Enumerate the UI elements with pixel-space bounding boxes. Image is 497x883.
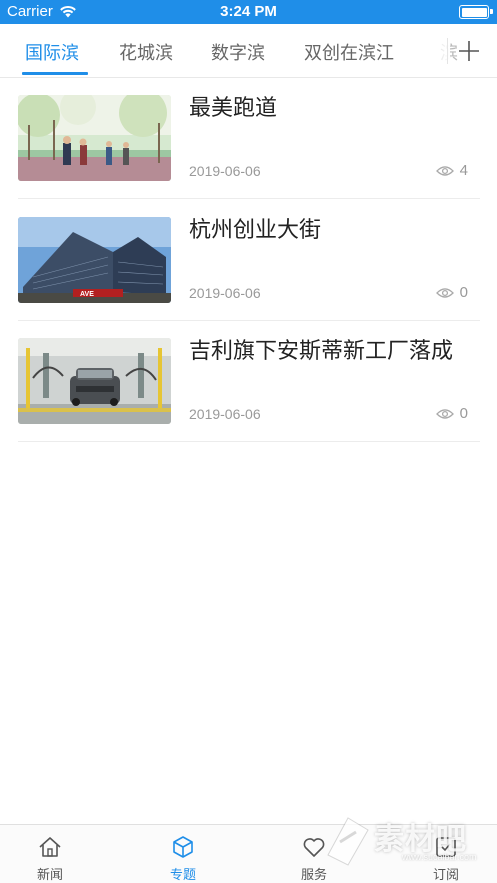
cube-icon <box>170 834 196 860</box>
news-views: 0 <box>435 284 468 301</box>
battery-icon <box>459 5 489 19</box>
view-count: 4 <box>459 162 468 179</box>
add-channel-button[interactable] <box>455 37 483 65</box>
news-thumbnail: AVE <box>18 217 171 303</box>
view-count: 0 <box>459 405 468 422</box>
news-date: 2019-06-06 <box>189 285 261 301</box>
nav-label: 订阅 <box>432 868 459 883</box>
nav-label: 专题 <box>169 868 196 883</box>
tab-divider <box>447 38 448 64</box>
eye-icon <box>435 408 454 419</box>
news-thumbnail <box>18 95 171 181</box>
status-bar: Carrier 3:24 PM <box>0 0 497 24</box>
watermark-url: www.sucaibar.com <box>402 852 477 862</box>
tab-huachengbin[interactable]: 花城滨 <box>119 39 173 65</box>
news-date: 2019-06-06 <box>189 163 261 179</box>
battery-cap <box>490 9 493 14</box>
tab-guojibin[interactable]: 国际滨 <box>25 39 79 65</box>
view-count: 0 <box>459 284 468 301</box>
svg-text:AVE: AVE <box>80 291 94 298</box>
tab-shuangchuang[interactable]: 双创在滨江 <box>304 39 394 65</box>
tab-fade <box>420 24 450 77</box>
news-item[interactable]: 吉利旗下安斯蒂新工厂落成 2019-06-06 0 <box>18 320 480 442</box>
news-views: 4 <box>435 162 468 179</box>
plus-icon <box>459 41 479 61</box>
eye-icon <box>435 287 454 298</box>
news-thumbnail <box>18 338 171 424</box>
active-tab-indicator <box>22 72 88 75</box>
eye-icon <box>435 165 454 176</box>
watermark: 素材吧 www.sucaibar.com <box>318 808 497 866</box>
channel-tab-bar: 国际滨 花城滨 数字滨 双创在滨江 滨 <box>0 24 497 78</box>
home-icon <box>37 834 63 860</box>
nav-news[interactable]: 新闻 <box>0 825 112 883</box>
news-views: 0 <box>435 405 468 422</box>
status-time: 3:24 PM <box>220 3 277 20</box>
nav-topics[interactable]: 专题 <box>121 825 245 883</box>
tab-shuzibin[interactable]: 数字滨 <box>211 39 265 65</box>
nav-label: 新闻 <box>36 868 63 883</box>
news-title: 杭州创业大街 <box>189 218 322 243</box>
news-item[interactable]: AVE 杭州创业大街 2019-06-06 0 <box>18 199 480 321</box>
news-title: 最美跑道 <box>189 96 278 121</box>
news-title: 吉利旗下安斯蒂新工厂落成 <box>189 339 454 364</box>
watermark-logo <box>327 817 369 866</box>
news-item[interactable]: 最美跑道 2019-06-06 4 <box>18 77 480 199</box>
news-date: 2019-06-06 <box>189 406 261 422</box>
